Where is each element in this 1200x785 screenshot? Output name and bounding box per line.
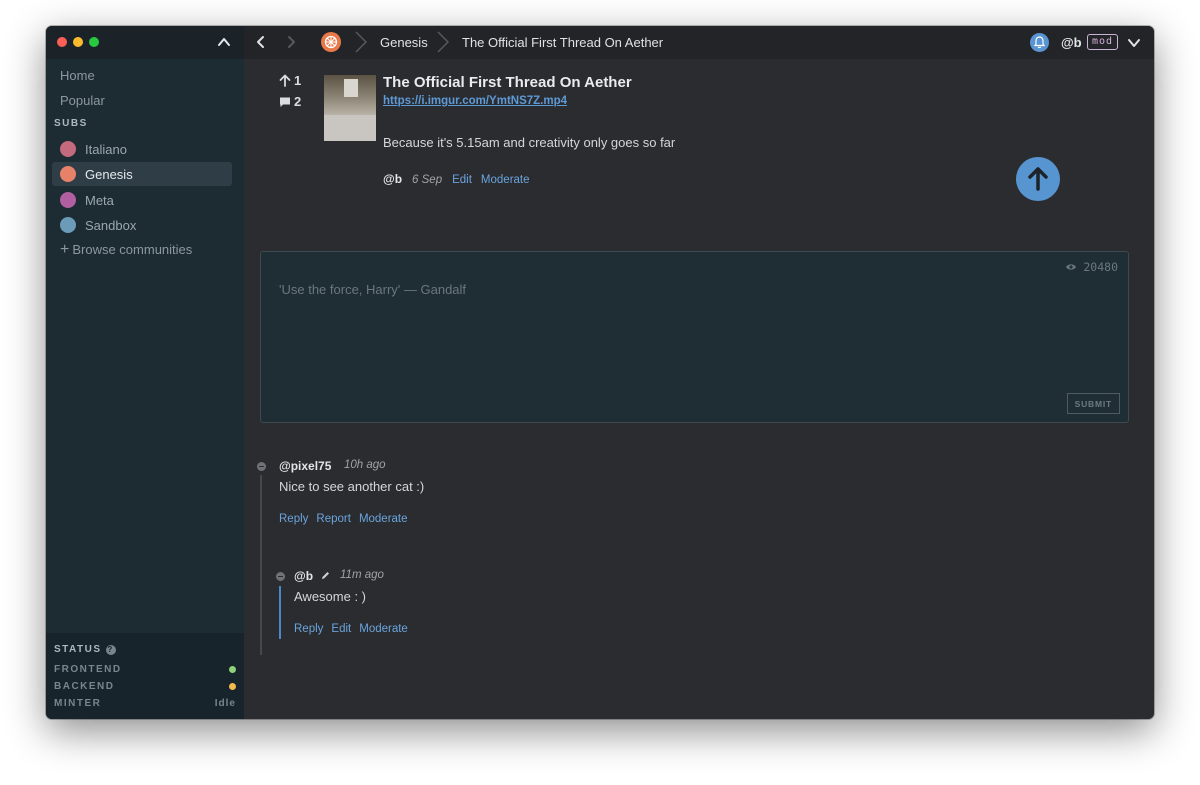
comment-count-value: 2	[294, 94, 302, 109]
post-time: 6 Sep	[412, 174, 443, 186]
status-backend: BACKEND	[54, 681, 236, 692]
post-edit-link[interactable]: Edit	[452, 174, 472, 186]
sub-item-label: Sandbox	[85, 217, 137, 233]
comment-time: 10h ago	[344, 459, 386, 471]
comment-body: Awesome : )	[294, 589, 367, 604]
thread-line[interactable]	[260, 475, 262, 655]
comment-actions: Reply Edit Moderate	[294, 623, 416, 635]
thumbnail-window	[344, 79, 358, 97]
comment-author[interactable]: @pixel75	[279, 459, 331, 473]
reply-composer: 20480 SUBMIT	[260, 251, 1129, 423]
sidebar-titlebar	[46, 26, 244, 59]
community-avatar-icon	[60, 166, 76, 182]
maximize-window-button[interactable]	[89, 37, 99, 47]
browse-communities-link[interactable]: + Browse communities	[60, 241, 193, 258]
submit-button[interactable]: SUBMIT	[1066, 393, 1120, 414]
status-frontend: FRONTEND	[54, 664, 236, 675]
edit-link[interactable]: Edit	[331, 623, 351, 635]
collapse-comment-button[interactable]	[257, 462, 266, 471]
back-arrow-icon[interactable]	[254, 35, 268, 49]
breadcrumb-separator-icon	[437, 31, 450, 53]
comment-actions: Reply Report Moderate	[279, 513, 416, 525]
sub-item-genesis[interactable]: Genesis	[52, 162, 232, 186]
upvote-arrow-icon	[279, 74, 291, 87]
status-panel: STATUS ? FRONTEND BACKEND MINTER Idle	[46, 633, 244, 719]
eye-icon	[1066, 264, 1077, 270]
help-icon[interactable]: ?	[105, 644, 116, 655]
subs-header: SUBS	[54, 118, 88, 129]
upvote-button[interactable]: 1	[279, 73, 301, 88]
upvote-count: 1	[294, 73, 302, 88]
chevron-down-icon[interactable]	[1127, 36, 1141, 50]
comment-bubble-icon	[280, 97, 290, 107]
moderate-link[interactable]: Moderate	[359, 623, 408, 635]
notifications-bell-icon[interactable]	[1030, 33, 1049, 52]
post-link[interactable]: https://i.imgur.com/YmtNS7Z.mp4	[383, 95, 567, 107]
browse-communities-label: Browse communities	[72, 242, 193, 257]
breadcrumb-community[interactable]: Genesis	[380, 35, 428, 50]
report-link[interactable]: Report	[316, 513, 351, 525]
reply-link[interactable]: Reply	[279, 513, 308, 525]
thread-view: 1 2 The Official First Thread On Aether …	[244, 59, 1154, 719]
community-avatar-icon	[60, 192, 76, 208]
top-bar: Genesis The Official First Thread On Aet…	[244, 26, 1154, 59]
status-title: STATUS ?	[54, 644, 116, 655]
sub-item-label: Italiano	[85, 141, 127, 157]
sub-item-italiano[interactable]: Italiano	[52, 137, 232, 161]
sidebar: Home Popular SUBS Italiano Genesis Meta …	[46, 26, 244, 719]
collapse-comment-button[interactable]	[276, 572, 285, 581]
chevron-up-icon[interactable]	[217, 35, 231, 49]
user-handle[interactable]: @b	[1061, 35, 1082, 50]
forward-arrow-icon[interactable]	[284, 35, 298, 49]
close-window-button[interactable]	[57, 37, 67, 47]
status-frontend-label: FRONTEND	[54, 664, 122, 675]
post-moderate-link[interactable]: Moderate	[481, 174, 530, 186]
thumbnail-floor	[324, 115, 376, 141]
post-body: Because it's 5.15am and creativity only …	[383, 135, 676, 150]
status-minter-value: Idle	[214, 698, 236, 709]
sub-item-label: Meta	[85, 192, 114, 208]
backend-status-indicator	[229, 683, 236, 690]
breadcrumb-separator-icon	[355, 31, 368, 53]
aether-logo-icon[interactable]	[321, 32, 341, 52]
char-count-value: 20480	[1083, 260, 1118, 274]
post-meta: @b 6 Sep Edit Moderate	[383, 172, 539, 186]
post-author[interactable]: @b	[383, 172, 402, 186]
app-window: Home Popular SUBS Italiano Genesis Meta …	[46, 26, 1154, 719]
pencil-icon	[322, 572, 329, 579]
comment-count[interactable]: 2	[279, 94, 301, 109]
sub-item-sandbox[interactable]: Sandbox	[52, 213, 232, 237]
arrow-up-icon	[1028, 167, 1048, 191]
reply-textarea[interactable]	[277, 280, 1111, 384]
post-title[interactable]: The Official First Thread On Aether	[383, 74, 632, 91]
community-avatar-icon	[60, 217, 76, 233]
status-title-label: STATUS	[54, 644, 102, 655]
comment-time: 11m ago	[340, 569, 384, 581]
char-count: 20480	[1065, 260, 1118, 274]
sub-item-label: Genesis	[85, 166, 133, 182]
moderate-link[interactable]: Moderate	[359, 513, 408, 525]
breadcrumb-thread[interactable]: The Official First Thread On Aether	[462, 35, 663, 50]
nav-home[interactable]: Home	[60, 68, 95, 83]
status-minter-label: MINTER	[54, 698, 102, 709]
plus-icon: +	[60, 241, 70, 258]
status-backend-label: BACKEND	[54, 681, 115, 692]
scroll-to-top-button[interactable]	[1016, 157, 1060, 201]
mod-badge: mod	[1087, 34, 1119, 50]
minimize-window-button[interactable]	[73, 37, 83, 47]
nav-popular[interactable]: Popular	[60, 93, 105, 108]
community-avatar-icon	[60, 141, 76, 157]
frontend-status-indicator	[229, 666, 236, 673]
status-minter: MINTER Idle	[54, 698, 236, 709]
comment-author[interactable]: @b	[294, 569, 313, 583]
comment-body: Nice to see another cat :)	[279, 479, 425, 494]
sub-item-meta[interactable]: Meta	[52, 188, 232, 212]
own-comment-line	[279, 586, 281, 639]
reply-link[interactable]: Reply	[294, 623, 323, 635]
post-thumbnail[interactable]	[324, 75, 376, 141]
